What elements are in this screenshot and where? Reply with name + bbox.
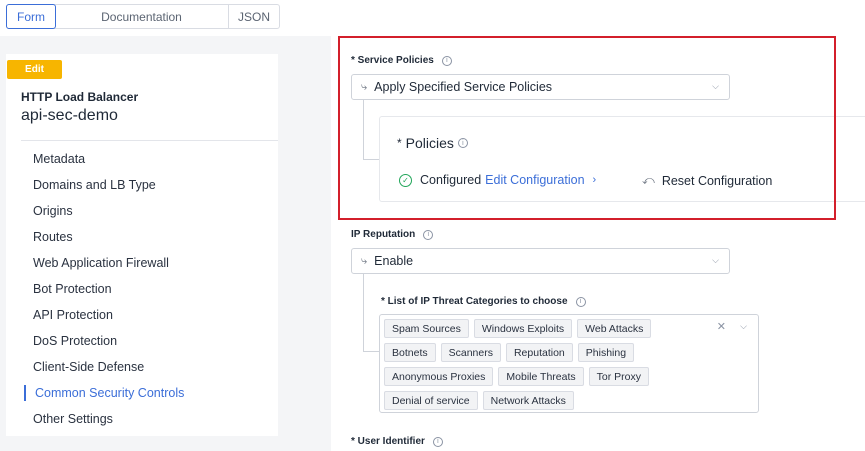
chip-row: Denial of service Network Attacks (380, 391, 651, 410)
ip-reputation-value: Enable (374, 254, 414, 268)
chip-row: Anonymous Proxies Mobile Threats Tor Pro… (380, 367, 651, 386)
chip-windows-exploits[interactable]: Windows Exploits (473, 319, 573, 338)
chip-list: Spam Sources Windows Exploits Web Attack… (380, 319, 652, 415)
ip-reputation-label-text: IP Reputation (351, 229, 416, 240)
object-name: api-sec-demo (21, 107, 118, 124)
tab-documentation[interactable]: Documentation (55, 5, 229, 28)
chip-phishing[interactable]: Phishing (577, 343, 635, 362)
edit-badge: Edit (7, 60, 62, 79)
highlight-box (338, 36, 836, 220)
nav-item-bot-protection[interactable]: Bot Protection (6, 276, 278, 302)
nav-item-client-side-defense[interactable]: Client-Side Defense (6, 354, 278, 380)
nav-item-domains-lb-type[interactable]: Domains and LB Type (6, 172, 278, 198)
nav-item-common-security-controls[interactable]: Common Security Controls (6, 380, 278, 406)
tab-form[interactable]: Form (6, 4, 56, 29)
tab-json[interactable]: JSON (229, 5, 279, 28)
card-divider (21, 140, 278, 141)
nav-item-origins[interactable]: Origins (6, 198, 278, 224)
info-icon[interactable]: i (575, 296, 586, 307)
threat-categories-label-text: * List of IP Threat Categories to choose (381, 296, 568, 307)
ip-reputation-select[interactable]: ⤷ Enable ⌵ (351, 248, 730, 274)
chip-reputation[interactable]: Reputation (505, 343, 573, 362)
user-identifier-label: * User Identifier i (351, 436, 443, 447)
ip-reputation-label: IP Reputation i (351, 229, 434, 240)
tree-connector (363, 274, 379, 352)
chip-anonymous-proxies[interactable]: Anonymous Proxies (384, 367, 494, 386)
nav-item-routes[interactable]: Routes (6, 224, 278, 250)
chip-tor-proxy[interactable]: Tor Proxy (588, 367, 649, 386)
info-icon[interactable]: i (423, 229, 434, 240)
config-navigation-card: Edit HTTP Load Balancer api-sec-demo Met… (6, 54, 278, 436)
chevron-down-icon: ⌵ (712, 255, 719, 265)
threat-categories-multiselect[interactable]: Spam Sources Windows Exploits Web Attack… (379, 314, 759, 413)
chip-network-attacks[interactable]: Network Attacks (482, 391, 574, 410)
nav-item-metadata[interactable]: Metadata (6, 146, 278, 172)
chip-web-attacks[interactable]: Web Attacks (577, 319, 652, 338)
threat-categories-label: * List of IP Threat Categories to choose… (381, 296, 586, 307)
chip-denial-of-service[interactable]: Denial of service (384, 391, 478, 410)
chip-row: Spam Sources Windows Exploits Web Attack… (380, 319, 652, 338)
chip-scanners[interactable]: Scanners (440, 343, 501, 362)
nav-item-api-protection[interactable]: API Protection (6, 302, 278, 328)
chevron-down-icon[interactable]: ⌵ (740, 321, 747, 332)
chip-spam-sources[interactable]: Spam Sources (384, 319, 469, 338)
chip-botnets[interactable]: Botnets (384, 343, 436, 362)
view-tabs: Form Documentation JSON (6, 4, 280, 29)
chip-row: Botnets Scanners Reputation Phishing (380, 343, 651, 362)
section-nav: Metadata Domains and LB Type Origins Rou… (6, 146, 278, 432)
nav-item-waf[interactable]: Web Application Firewall (6, 250, 278, 276)
user-identifier-label-text: * User Identifier (351, 436, 425, 447)
object-type-label: HTTP Load Balancer (21, 90, 139, 104)
branch-icon: ⤷ (361, 254, 368, 267)
nav-item-dos-protection[interactable]: DoS Protection (6, 328, 278, 354)
nav-item-other-settings[interactable]: Other Settings (6, 406, 278, 432)
clear-icon[interactable]: ✕ (717, 320, 726, 333)
chip-mobile-threats[interactable]: Mobile Threats (498, 367, 584, 386)
info-icon[interactable]: i (432, 436, 443, 447)
